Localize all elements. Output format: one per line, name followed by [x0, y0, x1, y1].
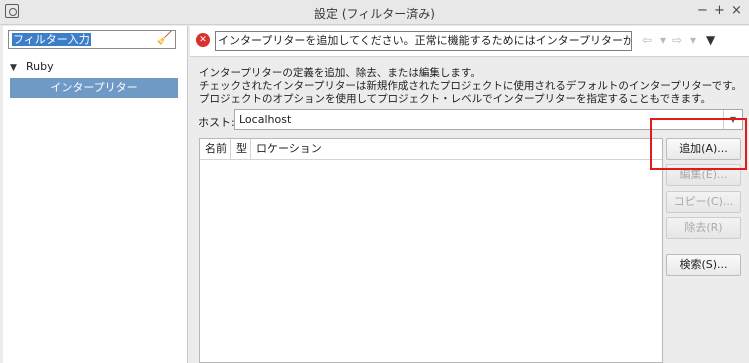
preferences-tree-panel: フィルター入力 🧹 ▼ Ruby インタープリター	[3, 26, 188, 363]
error-message: インタープリターを追加してください。正常に機能するためにはインタープリターが必要…	[215, 31, 632, 51]
host-select-value: Localhost	[239, 113, 292, 126]
column-header-location[interactable]: ロケーション	[251, 139, 662, 159]
error-icon: ✕	[196, 33, 210, 47]
back-icon[interactable]: ⇦	[642, 33, 652, 47]
column-header-name[interactable]: 名前	[200, 139, 231, 159]
clear-filter-icon[interactable]: 🧹	[157, 31, 173, 46]
title-bar: 設定 (フィルター済み) − + ×	[0, 0, 749, 25]
forward-menu-icon[interactable]: ▾	[690, 33, 696, 47]
tree-item-ruby-label: Ruby	[26, 60, 54, 73]
table-header: 名前 型 ロケーション	[200, 139, 662, 160]
forward-icon[interactable]: ⇨	[672, 33, 682, 47]
tree-item-ruby[interactable]: ▼ Ruby	[10, 60, 54, 73]
copy-button[interactable]: コピー(C)...	[666, 191, 741, 213]
preference-page: ✕ インタープリターを追加してください。正常に機能するためにはインタープリターが…	[190, 26, 749, 363]
maximize-button[interactable]: +	[714, 3, 725, 18]
filter-input-text: フィルター入力	[12, 33, 91, 46]
search-button[interactable]: 検索(S)...	[666, 254, 741, 276]
remove-button[interactable]: 除去(R)	[666, 217, 741, 239]
filter-input[interactable]: フィルター入力 🧹	[8, 30, 176, 49]
message-bar: ✕ インタープリターを追加してください。正常に機能するためにはインタープリターが…	[190, 26, 749, 57]
host-label: ホスト:	[198, 116, 235, 129]
close-button[interactable]: ×	[731, 3, 742, 18]
expand-arrow-icon[interactable]: ▼	[10, 63, 26, 73]
description-line-1: インタープリターの定義を追加、除去、または編集します。	[199, 67, 481, 79]
description-line-2: チェックされたインタープリターは新規作成されたプロジェクトに使用されるデフォルト…	[199, 80, 743, 92]
column-header-type[interactable]: 型	[231, 139, 251, 159]
window-title: 設定 (フィルター済み)	[314, 7, 435, 21]
back-menu-icon[interactable]: ▾	[660, 33, 666, 47]
highlight-box	[650, 118, 747, 170]
tree-item-interpreter[interactable]: インタープリター	[10, 78, 178, 98]
view-menu-icon[interactable]: ▼	[706, 33, 715, 47]
minimize-button[interactable]: −	[697, 3, 708, 18]
description-line-3: プロジェクトのオプションを使用してプロジェクト・レベルでインタープリターを指定す…	[199, 93, 712, 105]
interpreter-table[interactable]: 名前 型 ロケーション	[199, 138, 663, 363]
